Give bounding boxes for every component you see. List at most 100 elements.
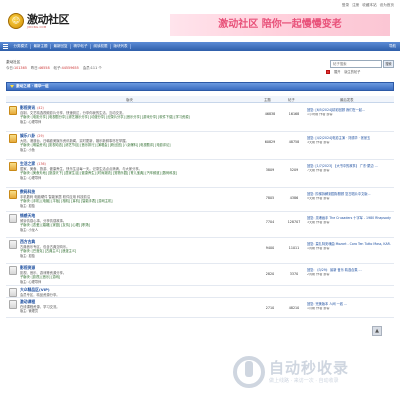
forum-subforums[interactable]: 子版块: [美食天地] [旅游天下] [居家生活] [健康养生] [时尚潮流] … (20, 171, 260, 175)
forum-subforums[interactable]: 子版块: [巴洛克] [古典主义] [浪漫主义] (20, 249, 260, 253)
nav-item[interactable]: 精华帖子 (71, 44, 91, 49)
forum-moderators[interactable]: 版主: 心理导师 (20, 280, 41, 284)
col-forum: 版块 (126, 97, 133, 102)
forum-last-post-meta: 1周前 作者 游客 (307, 247, 330, 250)
forum-row[interactable]: 娱乐八卦 (29) 大陆、港澳台、日韩欧美娱乐资讯新闻，实时更新，娱乐新鲜事尽在掌握… (6, 132, 394, 160)
forum-moderators[interactable]: 版主: 孤独 (20, 204, 35, 208)
forum-icon[interactable] (9, 106, 17, 115)
forum-desc: 居家、美食、旅游、健康养生，快乐生活每一天。记录生活点点滴滴，与大家分享。 (20, 166, 142, 171)
forum-row[interactable]: 数码科技 手机数码 电脑硬件 智能家居 软件应用 科技前沿 子版块: [手机] [电… (6, 188, 394, 212)
forum-posts-count: 4386 (289, 196, 299, 200)
forum-desc: 会员专区，精品资源分享。 (20, 292, 60, 297)
forum-icon[interactable] (9, 288, 17, 297)
watermark-title: 自动秒收录 (269, 358, 350, 377)
expand-icon[interactable] (326, 70, 330, 74)
forum-last-post[interactable]: 回复: 完美版本 人间 一线 ... (307, 302, 391, 306)
members-count: 111 个 (90, 66, 102, 70)
collapse-icon[interactable] (10, 85, 14, 88)
forum-new-count: (136) (37, 161, 46, 166)
forum-subforums[interactable]: 子版块: [手机] [电脑] [平板] [相机] [耳机] [智能手表] [游戏… (20, 199, 260, 203)
forum-subforums[interactable]: 子版块: [明星资讯] [影视动态] [综艺节目] [音乐排行] [演唱会] [… (20, 143, 260, 147)
forum-subforums[interactable]: 子版块: [影视] [音乐] [游戏] (20, 275, 260, 279)
nav-item[interactable]: 分类模式 (11, 44, 31, 49)
bookmark-link[interactable]: 收藏本站 (362, 3, 376, 7)
forum-moderators[interactable]: 版主: 心理导师 (20, 120, 41, 124)
forum-moderators[interactable]: 版主: 小鱼 (20, 148, 35, 152)
search-input[interactable]: 帖子搜索 (330, 60, 382, 68)
category-header[interactable]: 激动之城 · 精华一组 (6, 82, 394, 91)
top-links: 登录 注册 收藏本站 设为首页 (342, 3, 394, 7)
forum-row[interactable]: 激动课程 在线课程资源，学习交流。 版主: 管理员 2710 48210 回复: 完美版本… (6, 298, 394, 318)
forum-icon[interactable] (9, 190, 17, 199)
forum-last-post[interactable]: 回复: 莫扎特安魂曲 Mozart - Coro Ten Tutto Mass,… (307, 242, 391, 246)
site-logo[interactable]: ☺ 激动社区 JIDONG.COM (8, 10, 70, 32)
logo-emblem-icon: ☺ (8, 13, 24, 29)
forum-icon[interactable] (9, 134, 17, 143)
forum-moderators[interactable]: 版主: 小龙人 (20, 228, 38, 232)
forum-desc: 手机数码 电脑硬件 智能家居 软件应用 科技前沿 (20, 194, 91, 199)
login-link[interactable]: 登录 (342, 3, 349, 7)
forum-topics-count: 2710 (265, 306, 275, 310)
forum-row[interactable]: 影视资源 影视、音乐、游戏等资源分享。 子版块: [影视] [音乐] [游戏] 版主:… (6, 264, 394, 286)
forum-moderators[interactable]: 版主: 管理员 (20, 309, 38, 313)
moderator-posts-link[interactable]: 版主的帖子 (344, 70, 360, 74)
forum-last-post[interactable]: 回复: 灵魂画手 The Crusaders 十字军 - 1980 Rhapso… (307, 216, 391, 220)
forum-last-post[interactable]: 回复: [4/2/2024]电影主演 · 刘德华 · 张曼玉 (307, 136, 391, 140)
forum-desc: 倾诉情感心事，分享情感故事。 (20, 218, 67, 223)
watermark-subtitle: 做上线路 · 来访一次 · 自动收录 (269, 378, 339, 385)
col-posts: 帖子 (288, 97, 295, 102)
forum-stats: 今日:101365 昨日:46558 帖子:44559655 会员:111 个 (6, 66, 102, 70)
forum-topics-count: 7704 (265, 220, 275, 224)
set-homepage-link[interactable]: 设为首页 (380, 3, 394, 7)
forum-last-post-meta: 5天前 作者 游客 (307, 197, 330, 200)
user-line: 展开 版主的帖子 (326, 70, 360, 74)
scroll-top-button[interactable]: ▲ (372, 326, 382, 336)
forum-new-count: (42) (37, 105, 44, 110)
forum-last-post[interactable]: 回复: 阶梯拆解到国际照顾 复古唱片中文版... (307, 192, 391, 196)
forum-posts-count: 3370 (289, 272, 299, 276)
forum-row[interactable]: 生活之家 (136) 居家、美食、旅游、健康养生，快乐生活每一天。记录生活点点滴滴，… (6, 160, 394, 188)
forum-desc: 大陆、港澳台、日韩欧美娱乐资讯新闻，实时更新，娱乐新鲜事尽在掌握。 (20, 138, 129, 143)
forum-topics-count: 60829 (264, 140, 276, 144)
forum-icon[interactable] (9, 300, 17, 309)
nav-item[interactable]: 阅读权限 (91, 44, 111, 49)
watermark-logo-icon (233, 355, 265, 388)
forum-last-post[interactable]: 回复: [1/7/2023] 【大书中的故事】 广东·屋边 ... (307, 164, 391, 168)
forum-icon[interactable] (9, 240, 17, 249)
nav-item[interactable]: 最新主题 (31, 44, 51, 49)
forum-row[interactable]: 情感天地 倾诉情感心事，分享情感故事。 子版块: [恋爱] [婚姻] [家庭] [友… (6, 212, 394, 238)
forum-new-count: (29) (37, 133, 44, 138)
forum-moderators[interactable]: 版主: 孤独 (20, 254, 35, 258)
forum-row[interactable]: 大众精品区(VIP) 会员专区，精品资源分享。 (6, 286, 394, 298)
forum-last-post[interactable]: 回复: 《3/29》 最新 音乐 精选合集 ... (307, 268, 391, 272)
forum-row[interactable]: 西方古典 古典音乐专区，包含古典交响乐。 子版块: [巴洛克] [古典主义] [浪漫… (6, 238, 394, 264)
header-banner[interactable]: 激动社区 陪你一起慢慢变老 (170, 14, 390, 36)
forum-last-post-meta: 2周前 作者 游客 (307, 273, 330, 276)
forum-subforums[interactable]: 子版块: [恋爱] [婚姻] [家庭] [友情] [心理] [职场] (20, 223, 260, 227)
forum-posts-count: 5209 (289, 168, 299, 172)
forum-icon[interactable] (9, 162, 17, 171)
forum-icon[interactable] (9, 214, 17, 223)
header: ☺ 激动社区 JIDONG.COM 登录 注册 收藏本站 设为首页 激动社区 陪… (0, 0, 400, 40)
forum-subforums[interactable]: 子版块: [电影分享] [电视剧分享] [综艺娱乐分享] [动漫分享] [纪录片… (20, 115, 260, 119)
forum-row[interactable]: 影视资讯 (42) 自制、文艺精选视频影片分享，快速到达，分享你我的生活，互动交流。… (6, 104, 394, 132)
search-button[interactable]: 搜索 (383, 60, 394, 68)
forum-last-post-meta: 3天前 作者 游客 (307, 141, 330, 144)
logo-subtitle: JIDONG.COM (27, 26, 47, 30)
nav-item[interactable]: 最新回复 (51, 44, 71, 49)
forum-posts-count: 128707 (287, 220, 301, 224)
forum-icon[interactable] (9, 266, 17, 275)
forum-last-post-meta: 3天前 作者 游客 (307, 221, 330, 224)
breadcrumb[interactable]: 激动社区 (6, 60, 20, 64)
forum-moderators[interactable]: 版主: 心理导师 (20, 176, 41, 180)
menu-icon[interactable] (3, 44, 8, 49)
nav-item[interactable]: 版块列表 (111, 44, 131, 49)
logo-title: 激动社区 (27, 12, 70, 26)
today-count: 101365 (13, 66, 27, 70)
forum-last-post-meta: 1小时前 作者 游客 (307, 113, 333, 116)
watermark: 自动秒收录 做上线路 · 来访一次 · 自动收录 (232, 343, 400, 400)
forum-last-post[interactable]: 回复: [6/5/2024]精彩回顾 我们在一起... (307, 108, 391, 112)
register-link[interactable]: 注册 (352, 3, 359, 7)
nav-right-link[interactable]: 导航 (389, 44, 396, 48)
forum-topics-count: 9400 (265, 246, 275, 250)
